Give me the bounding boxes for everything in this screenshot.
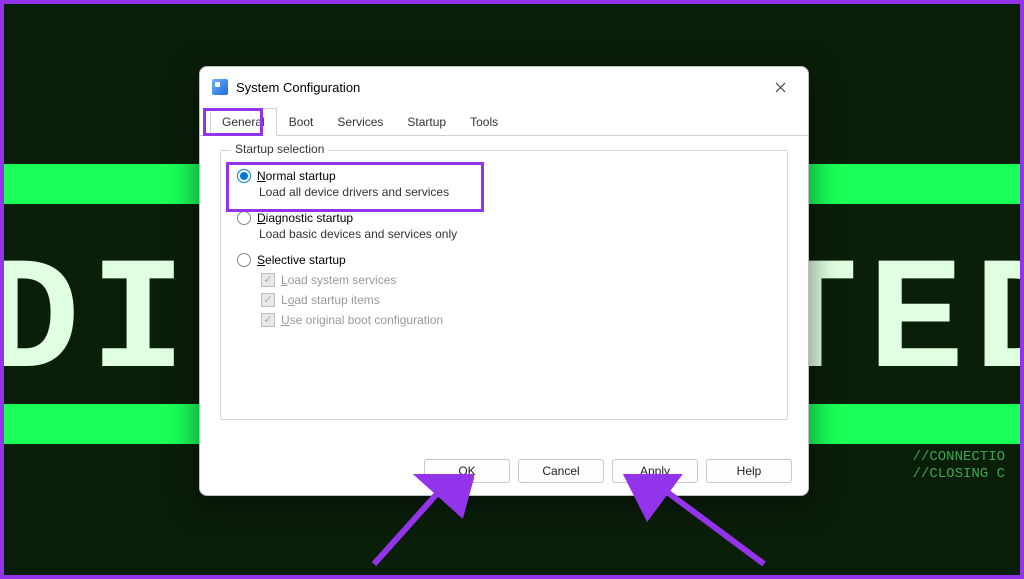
close-icon	[775, 82, 786, 93]
checkbox-icon	[261, 273, 275, 287]
group-title: Startup selection	[231, 142, 328, 156]
radio-diagnostic-label: Diagnostic startup	[257, 211, 353, 225]
bg-small-2: //CLOSING C	[913, 466, 1005, 482]
radio-normal-desc: Load all device drivers and services	[259, 185, 777, 199]
checkbox-load-startup-label: Load startup items	[281, 293, 380, 307]
radio-icon	[237, 211, 251, 225]
checkbox-use-original-boot: Use original boot configuration	[261, 313, 777, 327]
checkbox-icon	[261, 293, 275, 307]
bg-small-1: //CONNECTIO	[913, 449, 1005, 465]
tab-boot[interactable]: Boot	[277, 108, 326, 136]
cancel-button[interactable]: Cancel	[518, 459, 604, 483]
radio-normal-label: Normal startup	[257, 169, 336, 183]
close-button[interactable]	[758, 72, 802, 102]
tab-startup[interactable]: Startup	[395, 108, 458, 136]
tab-services[interactable]: Services	[325, 108, 395, 136]
tab-bar: General Boot Services Startup Tools	[200, 107, 808, 136]
radio-icon	[237, 169, 251, 183]
window-title: System Configuration	[236, 80, 750, 95]
general-panel: Startup selection Normal startup Load al…	[200, 136, 808, 456]
radio-diagnostic-desc: Load basic devices and services only	[259, 227, 777, 241]
radio-icon	[237, 253, 251, 267]
dialog-buttons: OK Cancel Apply Help	[424, 459, 792, 483]
apply-button[interactable]: Apply	[612, 459, 698, 483]
tab-tools[interactable]: Tools	[458, 108, 510, 136]
checkbox-load-system-services: Load system services	[261, 273, 777, 287]
radio-selective-startup[interactable]: Selective startup	[237, 253, 777, 267]
tab-general[interactable]: General	[210, 108, 277, 136]
checkbox-load-system-label: Load system services	[281, 273, 396, 287]
checkbox-use-original-label: Use original boot configuration	[281, 313, 443, 327]
app-icon	[212, 79, 228, 95]
radio-selective-label: Selective startup	[257, 253, 346, 267]
startup-selection-group: Startup selection Normal startup Load al…	[220, 150, 788, 420]
checkbox-load-startup-items: Load startup items	[261, 293, 777, 307]
ok-button[interactable]: OK	[424, 459, 510, 483]
radio-diagnostic-startup[interactable]: Diagnostic startup	[237, 211, 777, 225]
help-button[interactable]: Help	[706, 459, 792, 483]
radio-normal-startup[interactable]: Normal startup	[237, 169, 777, 183]
titlebar: System Configuration	[200, 67, 808, 107]
system-configuration-dialog: System Configuration General Boot Servic…	[199, 66, 809, 496]
checkbox-icon	[261, 313, 275, 327]
